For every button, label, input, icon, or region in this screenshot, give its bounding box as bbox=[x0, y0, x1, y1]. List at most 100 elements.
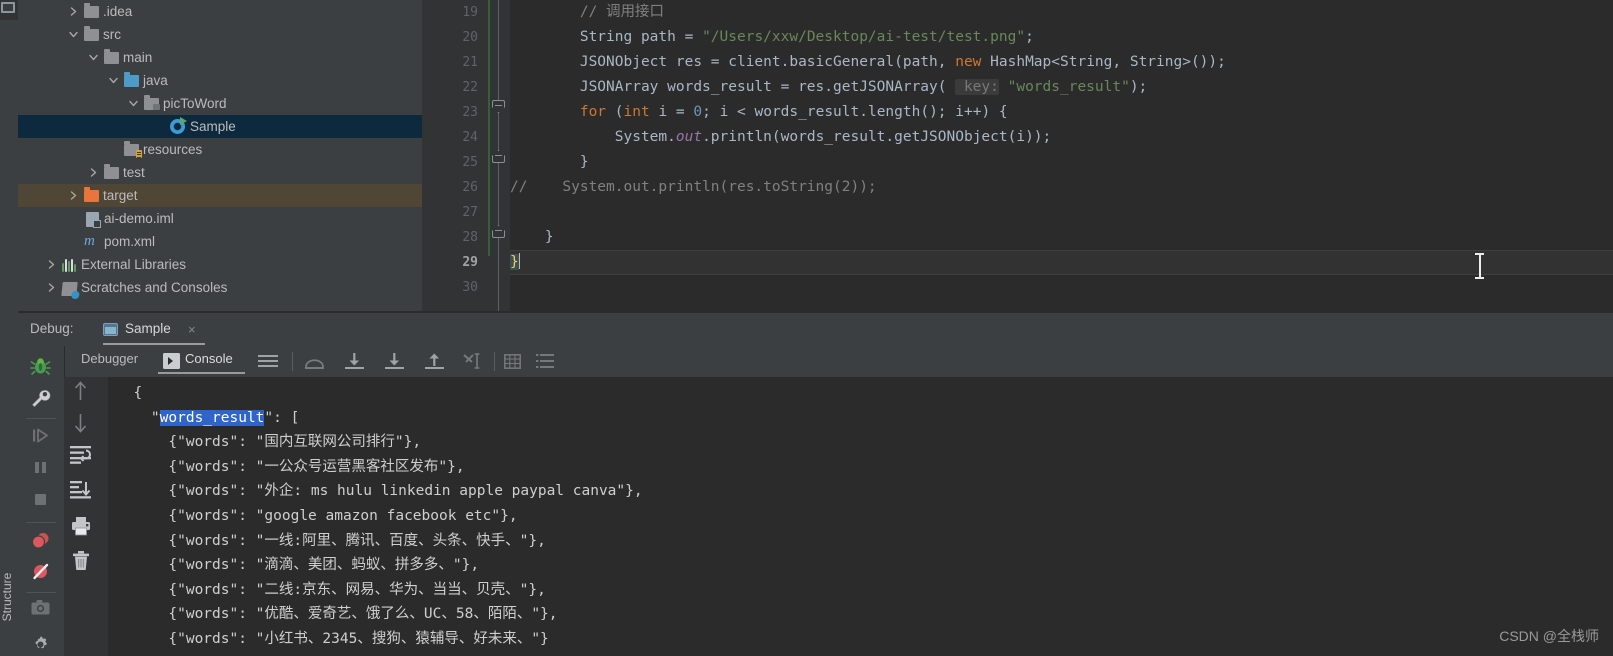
soft-wrap-toggle-icon[interactable] bbox=[70, 446, 91, 464]
project-tool-window-icon[interactable] bbox=[0, 0, 18, 20]
tree-item-sample[interactable]: Sample bbox=[18, 115, 422, 138]
divider bbox=[292, 352, 293, 371]
folder-resources-icon bbox=[124, 141, 142, 158]
tree-item-pom-xml[interactable]: m pom.xml bbox=[18, 230, 422, 253]
console-text[interactable]: { "words_result": [ {"words": "国内互联网公司排行… bbox=[116, 381, 1613, 656]
debug-toolbar[interactable]: Debugger Console bbox=[64, 346, 1613, 377]
step-into-icon[interactable] bbox=[344, 353, 365, 370]
code-editor[interactable]: 19 20 21 22 23 24 25 26 27 28 29 30 // 调用接口 String … bbox=[422, 0, 1613, 311]
pause-program-icon[interactable] bbox=[31, 458, 50, 477]
evaluate-expression-icon[interactable] bbox=[504, 354, 521, 369]
text-cursor-pointer bbox=[1475, 253, 1484, 279]
debug-tool-window: Debug: Sample × Debugger Console {"word… bbox=[18, 313, 1613, 656]
code-line-22[interactable]: JSONArray words_result = res.getJSONArra… bbox=[510, 75, 1613, 100]
resume-program-icon[interactable] bbox=[31, 426, 50, 445]
stop-program-icon[interactable] bbox=[31, 490, 50, 509]
chevron-down-icon[interactable] bbox=[108, 69, 118, 92]
fold-region-end-icon[interactable] bbox=[492, 150, 505, 163]
scroll-to-end-icon[interactable] bbox=[70, 481, 91, 499]
tree-item-pictoword[interactable]: picToWord bbox=[18, 92, 422, 115]
code-line-20[interactable]: String path = "/Users/xxw/Desktop/ai-tes… bbox=[510, 25, 1613, 50]
line-number-24: 24 bbox=[462, 130, 478, 145]
camera-snapshot-icon[interactable] bbox=[30, 598, 51, 617]
folder-grey-icon bbox=[84, 3, 99, 19]
tree-item-main[interactable]: main bbox=[18, 46, 422, 69]
run-to-cursor-icon[interactable] bbox=[462, 353, 484, 370]
console-output-panel[interactable]: { "words_result": [ {"words": "国内互联网公司排行… bbox=[64, 377, 1613, 656]
chevron-right-icon[interactable] bbox=[46, 276, 56, 299]
tree-item-resources[interactable]: resources bbox=[18, 138, 422, 161]
line-number-19: 19 bbox=[462, 5, 478, 20]
tab-console[interactable]: Console bbox=[185, 351, 233, 366]
code-line-29[interactable]: } bbox=[510, 250, 1613, 275]
tree-item-test[interactable]: test bbox=[18, 161, 422, 184]
chevron-right-icon[interactable] bbox=[68, 184, 78, 207]
console-line: {"words": "一线:阿里、腾讯、百度、头条、快手、"}, bbox=[116, 532, 546, 549]
up-arrow-icon[interactable] bbox=[71, 379, 90, 403]
tree-item-scratches-and-consoles[interactable]: Scratches and Consoles bbox=[18, 276, 422, 299]
mute-breakpoints-icon[interactable] bbox=[30, 561, 51, 582]
line-number-25: 25 bbox=[462, 155, 478, 170]
run-config-icon bbox=[103, 323, 118, 336]
chevron-right-icon[interactable] bbox=[68, 0, 78, 23]
code-line-21[interactable]: JSONObject res = client.basicGeneral(pat… bbox=[510, 50, 1613, 75]
folder-grey-icon bbox=[104, 49, 119, 65]
tree-item-label: src bbox=[103, 27, 121, 42]
console-line: {"words": "滴滴、美团、蚂蚁、拼多多、"}, bbox=[116, 557, 480, 574]
close-icon[interactable]: × bbox=[188, 322, 196, 337]
divider bbox=[26, 592, 56, 593]
tree-item-java[interactable]: java bbox=[18, 69, 422, 92]
chevron-right-icon[interactable] bbox=[46, 253, 56, 276]
tree-item-target[interactable]: target bbox=[18, 184, 422, 207]
code-line-23[interactable]: for (int i = 0; i < words_result.length(… bbox=[510, 100, 1613, 125]
debug-header: Debug: Sample × bbox=[18, 313, 1613, 346]
active-tab-underline bbox=[158, 372, 245, 374]
step-over-icon[interactable] bbox=[304, 353, 325, 370]
divider bbox=[26, 418, 56, 419]
project-tree[interactable]: .idea src main java picToWord Sample resources… bbox=[18, 0, 423, 311]
tab-debugger[interactable]: Debugger bbox=[81, 351, 138, 366]
active-tab-underline bbox=[103, 343, 205, 345]
chevron-down-icon[interactable] bbox=[128, 92, 138, 115]
code-line-30[interactable] bbox=[510, 275, 1613, 300]
tree-item-external-libraries[interactable]: External Libraries bbox=[18, 253, 422, 276]
fold-region-end-icon-2[interactable] bbox=[492, 225, 505, 238]
soft-wrap-icon[interactable] bbox=[536, 354, 554, 369]
chevron-right-icon[interactable] bbox=[88, 161, 98, 184]
console-line: {"words": "外企: ms hulu linkedin apple pa… bbox=[116, 483, 643, 500]
force-step-into-icon[interactable] bbox=[384, 353, 405, 370]
iml-file-icon bbox=[86, 211, 101, 228]
debug-actions-sidebar[interactable] bbox=[18, 346, 65, 656]
tree-item-label: pom.xml bbox=[104, 234, 156, 249]
code-line-25[interactable]: } bbox=[510, 150, 1613, 175]
code-line-27[interactable] bbox=[510, 200, 1613, 225]
editor-code-text[interactable]: // 调用接口 String path = "/Users/xxw/Deskto… bbox=[510, 0, 1613, 311]
fold-region-start-icon[interactable] bbox=[492, 100, 505, 113]
tree-item-label: test bbox=[123, 165, 145, 180]
down-arrow-icon[interactable] bbox=[71, 411, 90, 435]
code-line-24[interactable]: System.out.println(words_result.getJSONO… bbox=[510, 125, 1613, 150]
view-breakpoints-icon[interactable] bbox=[29, 530, 52, 552]
debug-bug-icon[interactable] bbox=[30, 356, 51, 377]
settings-wrench-icon[interactable] bbox=[30, 388, 51, 409]
code-line-28[interactable]: } bbox=[510, 225, 1613, 250]
console-line: { bbox=[116, 385, 143, 401]
print-icon[interactable] bbox=[71, 516, 91, 536]
fold-column[interactable] bbox=[488, 0, 510, 311]
step-out-icon[interactable] bbox=[424, 353, 445, 370]
console-icon bbox=[163, 353, 180, 369]
chevron-down-icon[interactable] bbox=[88, 46, 98, 69]
folder-orange-icon bbox=[84, 187, 99, 203]
structure-tool-button[interactable]: Structure bbox=[0, 567, 18, 627]
layout-settings-icon[interactable] bbox=[258, 355, 278, 368]
tree-item-src[interactable]: src bbox=[18, 23, 422, 46]
settings-gear-icon[interactable] bbox=[30, 634, 51, 655]
tree-item-label: main bbox=[123, 50, 153, 65]
chevron-down-icon[interactable] bbox=[68, 23, 78, 46]
code-line-19[interactable]: // 调用接口 bbox=[510, 0, 1613, 25]
trash-icon[interactable] bbox=[72, 551, 90, 571]
code-line-26[interactable]: // System.out.println(res.toString(2)); bbox=[510, 175, 1613, 200]
tree-item-ai-demo-iml[interactable]: ai-demo.iml bbox=[18, 207, 422, 230]
tree-item-idea[interactable]: .idea bbox=[18, 0, 422, 23]
editor-gutter[interactable]: 19 20 21 22 23 24 25 26 27 28 29 30 bbox=[422, 0, 488, 311]
